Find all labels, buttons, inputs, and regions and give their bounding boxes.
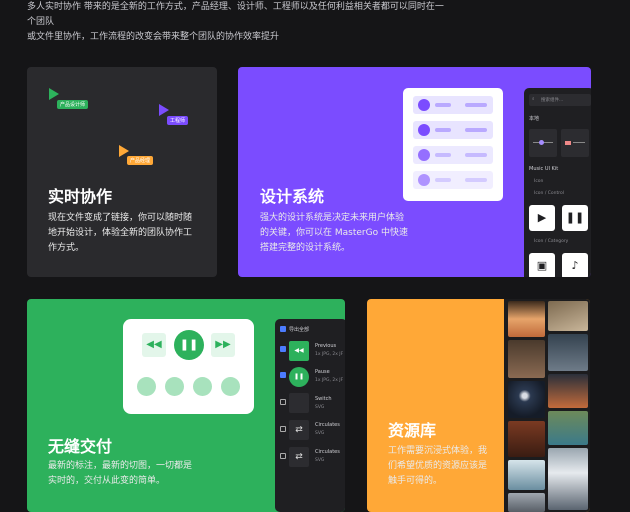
intro-line-1: 多人实时协作 带来的是全新的工作方式，产品经理、设计师、工程师以及任何利益相关者… [27, 0, 447, 30]
export-item-meta: 1x JPG, 2x JF [315, 378, 343, 383]
component-row [413, 146, 493, 164]
library-desc-2: 们希望优质的资源应该是 [388, 459, 503, 474]
export-all-label: 导出全部 [289, 326, 309, 333]
kit-label: Music UI Kit [529, 166, 558, 172]
export-item-name: Circulates [315, 422, 340, 428]
library-search-input[interactable]: ⌕ 搜索组件... [529, 94, 591, 106]
library-desc: 工作需要沉浸式体验，我 们希望优质的资源应该是 触手可得的。 [388, 444, 503, 489]
placeholder-circle [165, 377, 184, 396]
next-icon[interactable]: ▶▶ [211, 333, 235, 357]
collab-title: 实时协作 [48, 183, 112, 207]
cursor-purple-icon [159, 104, 169, 116]
export-item-checkbox[interactable] [280, 453, 286, 459]
export-all-checkbox[interactable] [280, 326, 286, 332]
design-desc-1: 强大的设计系统是决定未来用户体验 [260, 211, 430, 226]
pause-icon[interactable]: ❚❚ [562, 205, 588, 231]
export-item-name: Pause [315, 369, 330, 375]
handoff-desc-1: 最新的标注，最新的切图，一切都是 [48, 459, 218, 474]
photo-sunset[interactable] [508, 301, 545, 337]
photo-lake[interactable] [548, 411, 588, 445]
music-note-icon[interactable]: ♪ [562, 253, 588, 277]
player-preview-panel: ◀◀ ❚❚ ▶▶ [123, 319, 254, 414]
photo-snow[interactable] [548, 448, 588, 510]
design-desc: 强大的设计系统是决定未来用户体验 的关键，你可以在 MasterGo 中快速 搭… [260, 211, 430, 256]
icon-label: Icon [534, 179, 543, 184]
photo-mountain[interactable] [548, 374, 588, 408]
export-item-name: Previous [315, 343, 336, 349]
intro-line-2: 或文件里协作，工作流程的改变会带来整个团队的协作效率提升 [27, 30, 447, 45]
component-list-panel [403, 88, 503, 201]
icon-category-label: Icon / Category [534, 239, 568, 244]
export-item-meta: SVG [315, 458, 324, 463]
collab-tag-eng: 工程师 [167, 116, 188, 125]
pause-button[interactable]: ❚❚ [174, 330, 204, 360]
export-item-meta: SVG [315, 405, 324, 410]
handoff-desc-2: 实时的，交付从此变的简单。 [48, 474, 218, 489]
cursor-green-icon [49, 88, 59, 100]
export-thumb [289, 393, 309, 413]
component-row [413, 96, 493, 114]
radio-icon[interactable]: ▣ [529, 253, 555, 277]
handoff-title: 无缝交付 [48, 433, 112, 457]
photo-beach[interactable] [548, 301, 588, 331]
search-icon: ⌕ [532, 96, 535, 102]
collab-desc-1: 现在文件变成了链接，你可以随时随 [48, 211, 208, 226]
export-item-checkbox[interactable] [280, 372, 286, 378]
design-system-card: 设计系统 强大的设计系统是决定未来用户体验 的关键，你可以在 MasterGo … [238, 67, 591, 277]
intro-text: 多人实时协作 带来的是全新的工作方式，产品经理、设计师、工程师以及任何利益相关者… [27, 0, 447, 45]
collab-desc: 现在文件变成了链接，你可以随时随 地开始设计，体验全新的团队协作工 作方式。 [48, 211, 208, 256]
photo-people[interactable] [508, 493, 545, 512]
export-item-meta: 1x JPG, 2x JF [315, 352, 343, 357]
player-thumbnail[interactable] [561, 129, 589, 157]
collab-tag-pm: 产品设计师 [57, 100, 88, 109]
export-item-name: Switch [315, 396, 332, 402]
export-item-meta: SVG [315, 431, 324, 436]
export-thumb: ◀◀ [289, 341, 309, 361]
design-desc-2: 的关键，你可以在 MasterGo 中快速 [260, 226, 430, 241]
export-item-checkbox[interactable] [280, 426, 286, 432]
photo-grid [504, 299, 590, 512]
search-placeholder: 搜索组件... [541, 97, 563, 103]
photo-canyon[interactable] [508, 421, 545, 457]
design-title: 设计系统 [260, 183, 324, 207]
library-title: 资源库 [388, 417, 436, 441]
export-item-name: Circulates [315, 449, 340, 455]
placeholder-circle [221, 377, 240, 396]
export-thumb: ⇄ [289, 420, 309, 440]
local-label: 本地 [529, 115, 539, 122]
library-desc-1: 工作需要沉浸式体验，我 [388, 444, 503, 459]
slider-thumbnail[interactable] [529, 129, 557, 157]
collab-desc-3: 作方式。 [48, 241, 208, 256]
export-item-checkbox[interactable] [280, 346, 286, 352]
play-icon[interactable]: ▶ [529, 205, 555, 231]
handoff-card: ◀◀ ❚❚ ▶▶ 导出全部 ◀◀ Previous 1x JPG, 2x JF … [27, 299, 345, 512]
placeholder-circle [137, 377, 156, 396]
export-thumb: ❚❚ [289, 367, 309, 387]
icon-control-label: Icon / Control [534, 191, 564, 196]
design-desc-3: 搭建完整的设计系统。 [260, 241, 430, 256]
photo-portrait[interactable] [508, 340, 545, 378]
resource-library-card: 资源库 工作需要沉浸式体验，我 们希望优质的资源应该是 触手可得的。 [367, 299, 590, 512]
library-desc-3: 触手可得的。 [388, 474, 503, 489]
photo-landscape[interactable] [548, 334, 588, 371]
collab-card: 产品设计师 工程师 产品经理 实时协作 现在文件变成了链接，你可以随时随 地开始… [27, 67, 217, 277]
collab-desc-2: 地开始设计，体验全新的团队协作工 [48, 226, 208, 241]
export-item-checkbox[interactable] [280, 399, 286, 405]
placeholder-circle [193, 377, 212, 396]
export-panel: 导出全部 ◀◀ Previous 1x JPG, 2x JF ❚❚ Pause … [275, 319, 345, 512]
component-row [413, 171, 493, 189]
component-library-panel: ⌕ 搜索组件... 本地 Music UI Kit Icon Icon / Co… [524, 88, 591, 277]
handoff-desc: 最新的标注，最新的切图，一切都是 实时的，交付从此变的简单。 [48, 459, 218, 489]
previous-icon[interactable]: ◀◀ [142, 333, 166, 357]
export-thumb: ⇄ [289, 447, 309, 467]
photo-night[interactable] [508, 381, 545, 418]
photo-surf[interactable] [508, 460, 545, 490]
component-row [413, 121, 493, 139]
collab-tag-product: 产品经理 [127, 156, 153, 165]
